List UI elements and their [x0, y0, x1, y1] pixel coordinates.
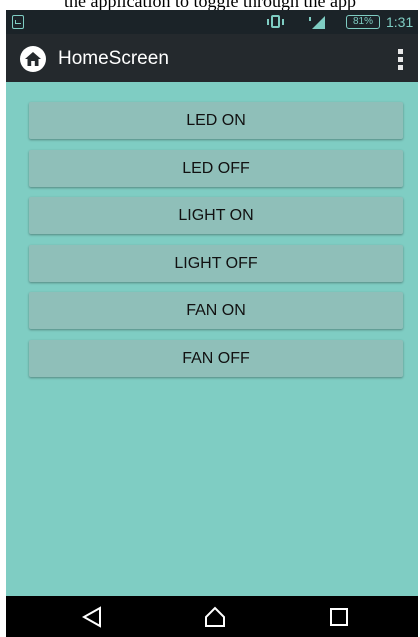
battery-icon: 81% — [346, 15, 380, 29]
home-nav-icon[interactable] — [203, 606, 227, 628]
fan-off-button[interactable]: FAN OFF — [29, 340, 403, 377]
fan-on-button[interactable]: FAN ON — [29, 292, 403, 329]
phone-screen: 81% 1:31 HomeScreen LED ON LED OFF LIGHT… — [6, 10, 418, 637]
caption-text: the application to toggle through the ap… — [64, 0, 356, 10]
caption: the application to toggle through the ap… — [0, 0, 420, 10]
light-on-button[interactable]: LIGHT ON — [29, 197, 403, 234]
status-time: 1:31 — [386, 14, 414, 30]
light-off-button[interactable]: LIGHT OFF — [29, 245, 403, 282]
notification-icon — [12, 15, 24, 29]
navigation-bar — [6, 596, 418, 637]
app-bar: HomeScreen — [6, 34, 418, 82]
vibrate-icon — [267, 15, 284, 28]
led-off-button[interactable]: LED OFF — [29, 150, 403, 187]
home-icon[interactable] — [20, 46, 46, 72]
status-bar: 81% 1:31 — [6, 10, 418, 34]
back-icon[interactable] — [80, 606, 104, 628]
battery-level: 81% — [352, 16, 373, 27]
led-on-button[interactable]: LED ON — [29, 102, 403, 139]
recents-icon[interactable] — [327, 606, 351, 628]
more-vertical-icon[interactable] — [393, 48, 407, 70]
signal-icon — [309, 16, 325, 29]
app-title: HomeScreen — [58, 48, 169, 69]
